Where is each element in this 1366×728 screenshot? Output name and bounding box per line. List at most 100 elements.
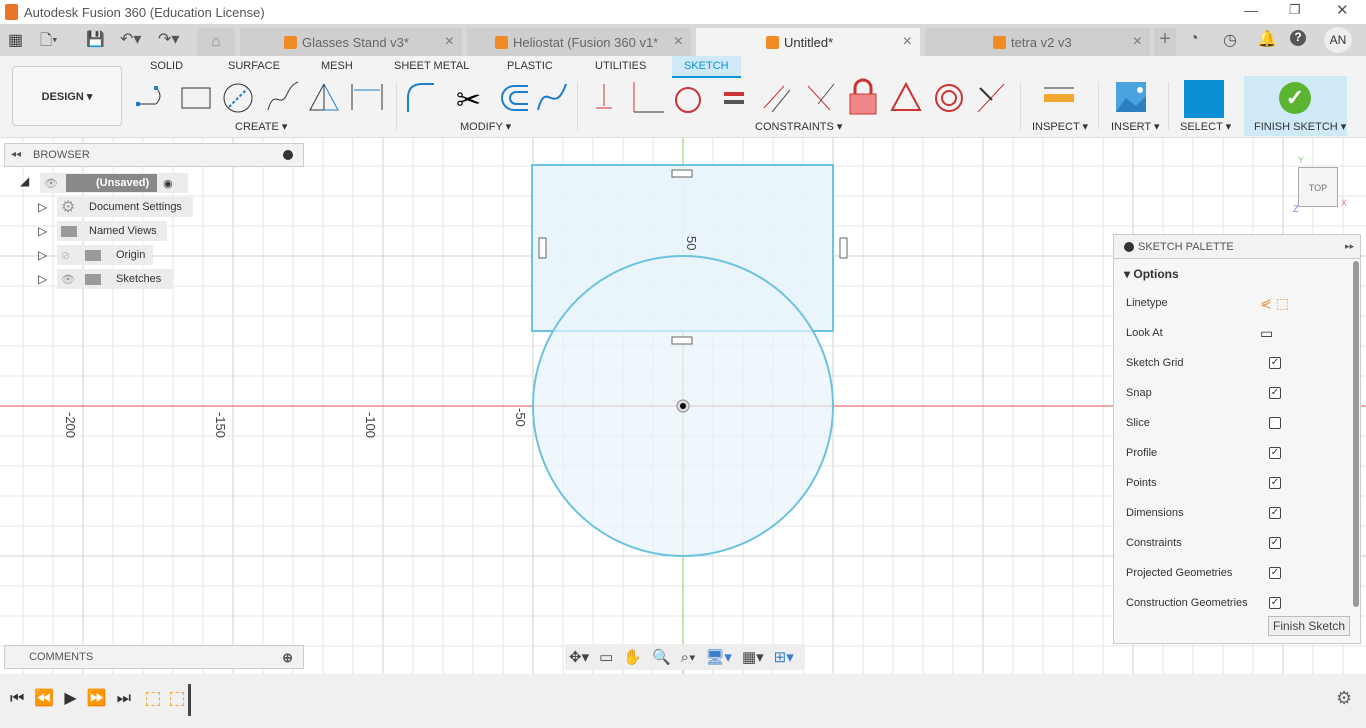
last-step-icon[interactable]: ⏭ [117, 690, 141, 707]
minimize-panel-icon[interactable] [283, 150, 293, 160]
timeline-marker[interactable] [188, 684, 191, 716]
expand-icon[interactable]: ◢ [20, 174, 29, 188]
minimize-panel-icon[interactable] [1124, 242, 1134, 252]
file-menu-button[interactable]: 🗋▾ [40, 30, 58, 55]
settings-gear-icon[interactable]: ⚙ [1336, 688, 1352, 709]
comments-panel[interactable]: COMMENTS ⊕ [4, 645, 304, 669]
select-menu[interactable]: SELECT ▾ [1180, 120, 1231, 133]
palette-option-checkbox[interactable]: ✓ [1269, 537, 1281, 549]
select-icon [1184, 80, 1224, 118]
hidden-eye-icon[interactable]: ⊘ [61, 249, 70, 262]
new-tab-button[interactable]: + [1154, 28, 1176, 56]
user-avatar[interactable]: AN [1324, 27, 1352, 53]
construction-linetype-icon[interactable]: ⋞ ⬚ [1260, 295, 1289, 312]
browser-header[interactable]: ◂◂ BROWSER [4, 143, 304, 167]
close-tab-icon[interactable]: × [445, 33, 454, 51]
tab-solid[interactable]: SOLID [150, 60, 183, 72]
dimension-label: 50 [684, 236, 699, 250]
options-section[interactable]: ▾ Options [1124, 267, 1179, 281]
component-icon [284, 36, 297, 49]
first-step-icon[interactable]: ⏮ [10, 690, 34, 707]
look-at-icon[interactable]: ▭ [1260, 325, 1273, 342]
minimize-button[interactable]: — [1244, 2, 1258, 18]
tab-sketch[interactable]: SKETCH [672, 56, 741, 78]
scrollbar[interactable] [1353, 261, 1359, 607]
notifications-icon[interactable]: 🔔 [1257, 29, 1277, 49]
palette-option-checkbox[interactable]: ✓ [1269, 447, 1281, 459]
play-icon[interactable]: ▶ [64, 690, 86, 707]
undo-button[interactable]: ↶▾ [120, 29, 141, 49]
inspect-menu[interactable]: INSPECT ▾ [1032, 120, 1088, 133]
activate-radio[interactable]: ◉ [163, 177, 173, 190]
palette-option-checkbox[interactable] [1269, 417, 1281, 429]
eye-icon[interactable]: 👁 [44, 177, 58, 190]
sketch-palette: SKETCH PALETTE ▸▸ ▾ Options Linetype ⋞ ⬚ Lo… [1113, 234, 1361, 644]
previous-step-icon[interactable]: ⏪ [34, 690, 64, 707]
tab-untitled[interactable]: Untitled* × [696, 28, 920, 56]
next-step-icon[interactable]: ⏩ [87, 690, 117, 707]
insert-menu[interactable]: INSERT ▾ [1111, 120, 1160, 133]
palette-option-checkbox[interactable]: ✓ [1269, 597, 1281, 609]
expand-icon[interactable]: ▷ [38, 224, 47, 238]
tab-glasses-stand[interactable]: Glasses Stand v3* × [240, 28, 462, 56]
browser-panel: ◂◂ BROWSER [4, 143, 304, 167]
expand-icon[interactable]: ▷ [38, 200, 47, 214]
tab-mesh[interactable]: MESH [321, 60, 353, 72]
app-grid-icon[interactable]: ▦ [8, 30, 23, 50]
palette-option-checkbox[interactable]: ✓ [1269, 567, 1281, 579]
look-at-icon[interactable]: ▭ [599, 648, 613, 666]
modify-menu[interactable]: MODIFY ▾ [460, 120, 511, 133]
viewports-icon[interactable]: ⊞▾ [774, 648, 794, 666]
constraints-menu[interactable]: CONSTRAINTS ▾ [755, 120, 842, 133]
browser-item-named-views[interactable]: Named Views [57, 221, 167, 241]
pan-icon[interactable]: ✋ [623, 648, 642, 666]
workspace-switcher[interactable]: DESIGN ▾ [12, 66, 122, 126]
finish-sketch-palette-button[interactable]: Finish Sketch [1268, 616, 1350, 636]
fit-icon[interactable]: ⌕▾ [681, 649, 696, 666]
palette-header[interactable]: SKETCH PALETTE ▸▸ [1114, 235, 1360, 259]
finish-sketch-button[interactable]: ✓ FINISH SKETCH ▾ [1244, 76, 1347, 136]
tab-utilities[interactable]: UTILITIES [595, 60, 646, 72]
home-tab-button[interactable]: ⌂ [197, 28, 235, 56]
tab-tetra[interactable]: tetra v2 v3 × [925, 28, 1150, 56]
palette-option-checkbox[interactable]: ✓ [1269, 357, 1281, 369]
expand-icon[interactable]: ▷ [38, 248, 47, 262]
close-window-button[interactable]: ✕ [1336, 1, 1349, 19]
display-settings-icon[interactable]: 🖥▾ [705, 648, 732, 666]
expand-icon[interactable]: ▷ [38, 272, 47, 286]
restore-button[interactable]: ❐ [1289, 2, 1301, 18]
viewcube[interactable]: TOP [1298, 167, 1338, 207]
tab-surface[interactable]: SURFACE [228, 60, 280, 72]
palette-option-checkbox[interactable]: ✓ [1269, 507, 1281, 519]
collapse-icon[interactable]: ◂◂ [11, 149, 21, 160]
job-status-icon[interactable]: ◔ [1189, 30, 1199, 48]
title-bar: Autodesk Fusion 360 (Education License) … [0, 0, 1366, 24]
root-component[interactable]: 👁 (Unsaved) ◉ [40, 173, 188, 193]
save-button[interactable]: 💾 [86, 30, 105, 48]
close-tab-icon[interactable]: × [674, 33, 683, 51]
tab-plastic[interactable]: PLASTIC [507, 60, 553, 72]
palette-option-checkbox[interactable]: ✓ [1269, 387, 1281, 399]
help-icon[interactable]: ? [1290, 30, 1306, 46]
timeline-sketch-feature[interactable] [146, 692, 160, 706]
palette-option-checkbox[interactable]: ✓ [1269, 477, 1281, 489]
tab-heliostat[interactable]: Heliostat (Fusion 360 v1* × [467, 28, 691, 56]
close-tab-icon[interactable]: × [903, 33, 912, 51]
close-tab-icon[interactable]: × [1133, 33, 1142, 51]
zoom-icon[interactable]: 🔍 [652, 648, 671, 666]
expand-panel-icon[interactable]: ▸▸ [1345, 241, 1354, 252]
tab-sheet-metal[interactable]: SHEET METAL [394, 60, 469, 72]
browser-item-document-settings[interactable]: ⚙ Document Settings [57, 197, 193, 217]
browser-item-sketches[interactable]: 👁 Sketches [57, 269, 173, 289]
divider [1020, 82, 1021, 130]
timeline-sketch-feature[interactable] [170, 692, 184, 706]
eye-icon[interactable]: 👁 [61, 273, 75, 286]
tangent-constraint-icon [675, 87, 701, 113]
orbit-icon[interactable]: ✥▾ [569, 648, 589, 666]
redo-button[interactable]: ↷▾ [158, 29, 179, 49]
create-menu[interactable]: CREATE ▾ [235, 120, 287, 133]
grid-settings-icon[interactable]: ▦▾ [742, 648, 764, 666]
add-comment-icon[interactable]: ⊕ [282, 650, 293, 666]
history-icon[interactable]: ◷ [1223, 30, 1237, 50]
browser-item-origin[interactable]: ⊘ Origin [57, 245, 153, 265]
